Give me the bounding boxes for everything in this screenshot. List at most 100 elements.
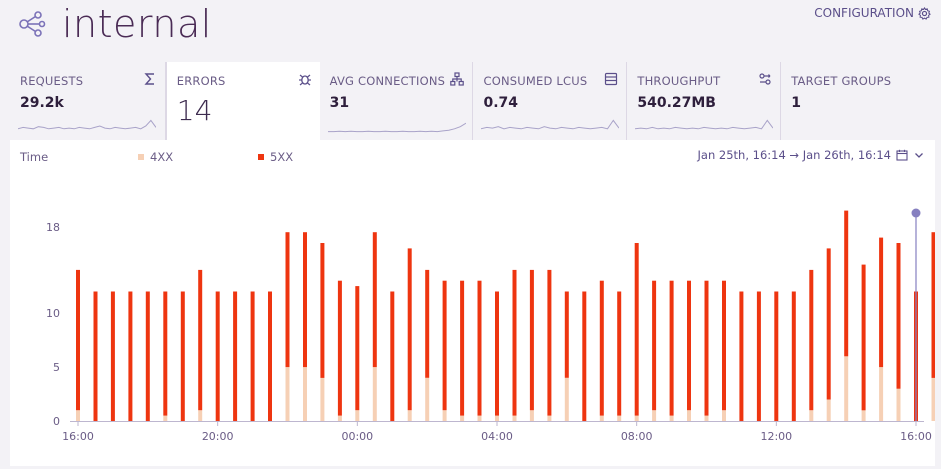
bar-4xx[interactable] [425, 377, 430, 421]
bar-5xx[interactable] [198, 269, 203, 411]
bar-5xx[interactable] [652, 280, 657, 411]
bar-4xx[interactable] [337, 415, 342, 421]
legend-4xx[interactable]: 4XX [138, 150, 173, 164]
bar-5xx[interactable] [582, 291, 587, 422]
bar-4xx[interactable] [931, 377, 936, 421]
bar-4xx[interactable] [809, 410, 814, 421]
bar-5xx[interactable] [495, 291, 499, 416]
bar-5xx[interactable] [372, 232, 377, 368]
bar-4xx[interactable] [599, 415, 604, 421]
bar-5xx[interactable] [826, 248, 831, 400]
configuration-label: CONFIGURATION [814, 6, 914, 20]
bar-5xx[interactable] [564, 291, 569, 378]
bar-5xx[interactable] [76, 269, 80, 411]
chevron-down-icon [915, 153, 923, 158]
metric-throughput[interactable]: THROUGHPUT 540.27MB [627, 62, 782, 140]
bar-4xx[interactable] [495, 415, 499, 421]
bar-4xx[interactable] [669, 415, 674, 421]
bar-4xx[interactable] [529, 410, 534, 421]
legend-5xx[interactable]: 5XX [258, 150, 293, 164]
bar-5xx[interactable] [547, 269, 552, 416]
y-tick-label: 0 [53, 415, 60, 428]
bar-4xx[interactable] [407, 410, 412, 421]
errors-chart[interactable]: 0 5 10 18 16:00 20:00 00:00 04:00 08:00 12:00 16:0… [10, 140, 935, 466]
bar-4xx[interactable] [896, 388, 901, 421]
metric-target-groups[interactable]: TARGET GROUPS 1 [781, 62, 935, 140]
bar-5xx[interactable] [128, 291, 133, 422]
bar-5xx[interactable] [355, 286, 360, 411]
bar-5xx[interactable] [809, 269, 814, 411]
bar-5xx[interactable] [390, 291, 395, 422]
bar-4xx[interactable] [512, 415, 517, 421]
bar-5xx[interactable] [110, 291, 115, 422]
bar-4xx[interactable] [879, 367, 884, 421]
metric-requests[interactable]: REQUESTS 29.2k [10, 62, 166, 140]
bar-5xx[interactable] [756, 291, 761, 422]
metric-consumed-lcus[interactable]: CONSUMED LCUS 0.74 [473, 62, 628, 140]
bar-4xx[interactable] [372, 367, 377, 421]
bar-4xx[interactable] [704, 415, 709, 421]
bar-4xx[interactable] [198, 410, 203, 421]
metric-label: CONSUMED LCUS [483, 74, 588, 88]
bar-4xx[interactable] [844, 356, 849, 421]
bar-4xx[interactable] [634, 415, 639, 421]
bar-5xx[interactable] [233, 291, 238, 422]
bar-5xx[interactable] [442, 280, 447, 411]
bar-5xx[interactable] [93, 291, 98, 422]
bar-4xx[interactable] [826, 399, 831, 421]
metric-errors[interactable]: ERRORS 14 [165, 62, 320, 140]
network-icon [450, 72, 465, 86]
bar-5xx[interactable] [931, 232, 936, 378]
bar-4xx[interactable] [460, 415, 465, 421]
metric-avg-connections[interactable]: AVG CONNECTIONS 31 [320, 62, 474, 140]
bar-5xx[interactable] [425, 269, 430, 378]
time-range-picker[interactable]: Jan 25th, 16:14 → Jan 26th, 16:14 [698, 148, 925, 162]
bar-5xx[interactable] [215, 291, 220, 422]
bar-5xx[interactable] [460, 280, 465, 416]
bar-5xx[interactable] [739, 291, 744, 422]
time-cursor-handle[interactable] [911, 208, 921, 218]
bar-4xx[interactable] [303, 367, 307, 421]
bar-5xx[interactable] [285, 232, 290, 368]
bar-4xx[interactable] [652, 410, 657, 421]
bar-4xx[interactable] [617, 415, 622, 421]
bar-5xx[interactable] [879, 237, 884, 368]
bar-5xx[interactable] [529, 269, 534, 411]
bar-5xx[interactable] [407, 248, 412, 411]
configuration-button[interactable]: CONFIGURATION [814, 6, 931, 20]
bar-4xx[interactable] [320, 377, 325, 421]
bar-4xx[interactable] [285, 367, 290, 421]
bar-4xx[interactable] [163, 415, 168, 421]
bar-5xx[interactable] [791, 291, 796, 422]
bar-5xx[interactable] [268, 291, 272, 422]
bar-4xx[interactable] [687, 410, 691, 421]
bar-5xx[interactable] [337, 280, 342, 416]
bar-4xx[interactable] [442, 410, 447, 421]
bar-5xx[interactable] [896, 243, 901, 389]
bar-4xx[interactable] [355, 410, 360, 421]
bar-5xx[interactable] [145, 291, 150, 422]
bar-5xx[interactable] [477, 280, 482, 416]
bar-5xx[interactable] [634, 243, 639, 416]
bar-5xx[interactable] [180, 291, 185, 422]
bar-4xx[interactable] [76, 410, 80, 421]
bar-5xx[interactable] [599, 280, 604, 416]
bar-5xx[interactable] [320, 243, 325, 378]
bar-5xx[interactable] [844, 210, 849, 357]
bar-5xx[interactable] [687, 280, 691, 411]
bar-5xx[interactable] [163, 291, 168, 416]
bar-5xx[interactable] [617, 291, 622, 416]
bar-5xx[interactable] [704, 280, 709, 416]
bar-4xx[interactable] [477, 415, 482, 421]
bar-5xx[interactable] [512, 269, 517, 416]
bar-5xx[interactable] [722, 280, 726, 411]
bar-4xx[interactable] [722, 410, 726, 421]
bar-5xx[interactable] [303, 232, 307, 368]
bar-5xx[interactable] [774, 291, 779, 422]
bar-5xx[interactable] [861, 264, 866, 411]
bar-5xx[interactable] [250, 291, 255, 422]
bar-4xx[interactable] [861, 410, 866, 421]
bar-5xx[interactable] [669, 280, 674, 416]
bar-4xx[interactable] [547, 415, 552, 421]
bar-4xx[interactable] [564, 377, 569, 421]
